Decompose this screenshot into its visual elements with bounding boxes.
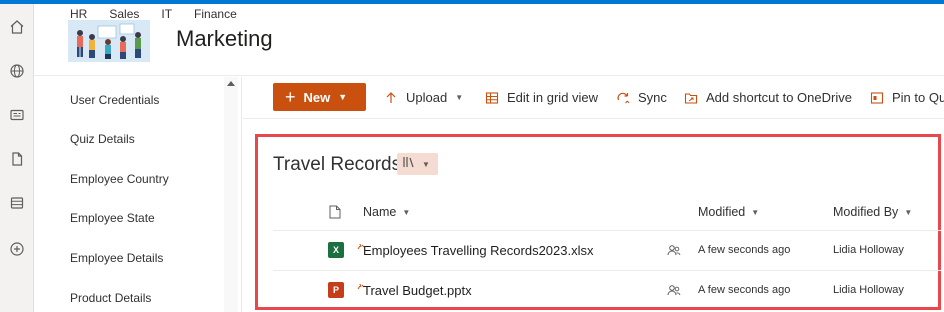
pin-label: Pin to Qu <box>892 90 944 105</box>
nav-scrollbar[interactable] <box>224 77 238 312</box>
modified-by-sort-icon: ▼ <box>904 207 913 217</box>
file-type-column-header[interactable] <box>329 205 341 222</box>
edit-grid-view-button[interactable]: Edit in grid view <box>485 90 598 105</box>
plus-icon: + <box>285 87 296 107</box>
view-chevron-icon: ▼ <box>422 159 430 169</box>
hub-nav-sales[interactable]: Sales <box>109 7 139 21</box>
home-icon[interactable] <box>8 18 26 36</box>
shortcut-icon <box>684 91 698 105</box>
pin-button[interactable]: Pin to Qu <box>870 90 944 105</box>
new-button[interactable]: + New ▼ <box>273 83 366 111</box>
modified-value: A few seconds ago <box>698 284 791 296</box>
site-title[interactable]: Marketing <box>176 26 273 52</box>
library-icon <box>402 155 418 174</box>
sync-button[interactable]: Sync <box>616 90 667 105</box>
sync-label: Sync <box>638 90 667 105</box>
new-button-label: New <box>303 89 331 105</box>
grid-icon <box>485 91 499 105</box>
modified-by-value[interactable]: Lidia Holloway <box>833 244 904 256</box>
add-shortcut-button[interactable]: Add shortcut to OneDrive <box>684 90 852 105</box>
upload-chevron-icon: ▼ <box>455 93 464 102</box>
left-navigation: User Credentials Quiz Details Employee C… <box>34 77 242 312</box>
modified-sort-icon: ▼ <box>751 207 760 217</box>
create-icon[interactable] <box>8 240 26 258</box>
hub-nav-it[interactable]: IT <box>161 7 172 21</box>
nav-item-quiz-details[interactable]: Quiz Details <box>70 132 135 146</box>
news-icon[interactable] <box>8 106 26 124</box>
list-icon[interactable] <box>8 194 26 212</box>
upload-icon <box>384 91 398 105</box>
library-title[interactable]: Travel Records <box>273 154 401 176</box>
modified-by-column-label: Modified By <box>833 205 899 219</box>
table-row[interactable]: P Travel Budget.pptx A few seconds ago L… <box>273 271 941 310</box>
nav-item-user-credentials[interactable]: User Credentials <box>70 93 159 107</box>
table-row[interactable]: X Employees Travelling Records2023.xlsx … <box>273 231 941 270</box>
document-icon[interactable] <box>8 150 26 168</box>
nav-item-employee-country[interactable]: Employee Country <box>70 172 169 186</box>
scroll-up-icon[interactable] <box>227 81 235 86</box>
app-rail <box>0 4 34 312</box>
hub-nav-hr[interactable]: HR <box>70 7 87 21</box>
modified-by-column-header[interactable]: Modified By ▼ <box>833 205 912 219</box>
file-icon <box>329 205 341 222</box>
file-name[interactable]: Travel Budget.pptx <box>363 283 472 298</box>
globe-icon[interactable] <box>8 62 26 80</box>
edit-grid-label: Edit in grid view <box>507 90 599 105</box>
hub-nav-finance[interactable]: Finance <box>194 7 237 21</box>
command-bar: + New ▼ Upload ▼ Edit in grid view Sync … <box>243 77 944 119</box>
library-view-button[interactable]: ▼ <box>397 153 438 175</box>
modified-column-header[interactable]: Modified ▼ <box>698 205 759 219</box>
site-header: HR Sales IT Finance Marketing <box>34 4 944 76</box>
nav-item-employee-state[interactable]: Employee State <box>70 211 155 225</box>
site-logo[interactable] <box>68 20 150 62</box>
name-column-header[interactable]: Name ▼ <box>363 205 410 219</box>
nav-item-product-details[interactable]: Product Details <box>70 291 151 305</box>
hub-navigation: HR Sales IT Finance <box>70 7 259 21</box>
modified-by-value[interactable]: Lidia Holloway <box>833 284 904 296</box>
name-sort-icon: ▼ <box>402 207 411 217</box>
modified-value: A few seconds ago <box>698 244 791 256</box>
powerpoint-icon: P <box>328 282 344 298</box>
excel-icon: X <box>328 242 344 258</box>
chevron-down-icon: ▼ <box>338 92 348 102</box>
shared-icon <box>667 243 681 257</box>
sync-icon <box>616 91 630 105</box>
upload-label: Upload <box>406 90 448 105</box>
modified-column-label: Modified <box>698 205 746 219</box>
file-name[interactable]: Employees Travelling Records2023.xlsx <box>363 243 594 258</box>
shared-icon <box>667 283 681 297</box>
add-shortcut-label: Add shortcut to OneDrive <box>706 90 852 105</box>
pin-icon <box>870 91 884 105</box>
nav-item-employee-details[interactable]: Employee Details <box>70 251 163 265</box>
name-column-label: Name <box>363 205 397 219</box>
upload-button[interactable]: Upload ▼ <box>384 90 463 105</box>
